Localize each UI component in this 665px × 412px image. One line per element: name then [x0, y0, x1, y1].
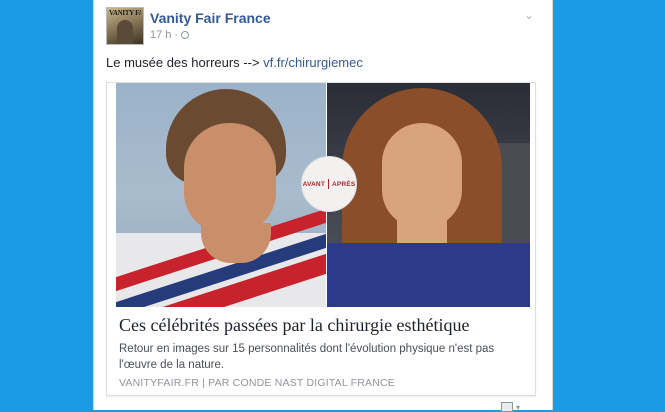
globe-icon — [181, 31, 190, 39]
avatar-figure — [117, 20, 133, 44]
after-face — [382, 123, 462, 228]
post-link[interactable]: vf.fr/chirurgiemec — [263, 55, 363, 70]
badge-after-label: APRÈS — [332, 180, 356, 188]
badge-before-label: AVANT — [302, 180, 326, 188]
post-timestamp[interactable]: 17 h — [150, 29, 171, 41]
actor-avatar-icon — [501, 402, 513, 412]
meta-separator: · — [174, 29, 179, 41]
post-text-prefix: Le musée des horreurs --> — [106, 55, 260, 70]
before-face — [184, 123, 276, 233]
page-avatar[interactable]: VANITY FAIR — [106, 7, 144, 45]
before-after-badge: AVANT APRÈS — [301, 156, 357, 212]
footer-actor-selector[interactable]: ▾ — [501, 402, 520, 412]
page-name-link[interactable]: Vanity Fair France — [150, 10, 271, 26]
caret-down-icon: ▾ — [516, 402, 521, 412]
link-headline[interactable]: Ces célébrités passées par la chirurgie … — [119, 315, 529, 336]
preview-image[interactable]: AVANT APRÈS — [116, 83, 530, 307]
post-meta: 17 h · — [150, 29, 190, 41]
link-source: VANITYFAIR.FR | PAR CONDE NAST DIGITAL F… — [119, 377, 396, 389]
avatar-masthead: VANITY FAIR — [109, 9, 141, 17]
before-photo — [116, 83, 326, 307]
after-dress — [327, 243, 530, 307]
link-description: Retour en images sur 15 personnalités do… — [119, 343, 495, 371]
post-card: VANITY FAIR Vanity Fair France 17 h · ⌄ … — [93, 0, 553, 412]
post-text: Le musée des horreurs --> vf.fr/chirurgi… — [106, 55, 363, 70]
badge-divider — [328, 179, 330, 189]
chevron-down-icon[interactable]: ⌄ — [524, 8, 534, 22]
after-photo — [327, 83, 530, 307]
link-preview-card[interactable]: AVANT APRÈS Ces célébrités passées par l… — [106, 82, 536, 396]
